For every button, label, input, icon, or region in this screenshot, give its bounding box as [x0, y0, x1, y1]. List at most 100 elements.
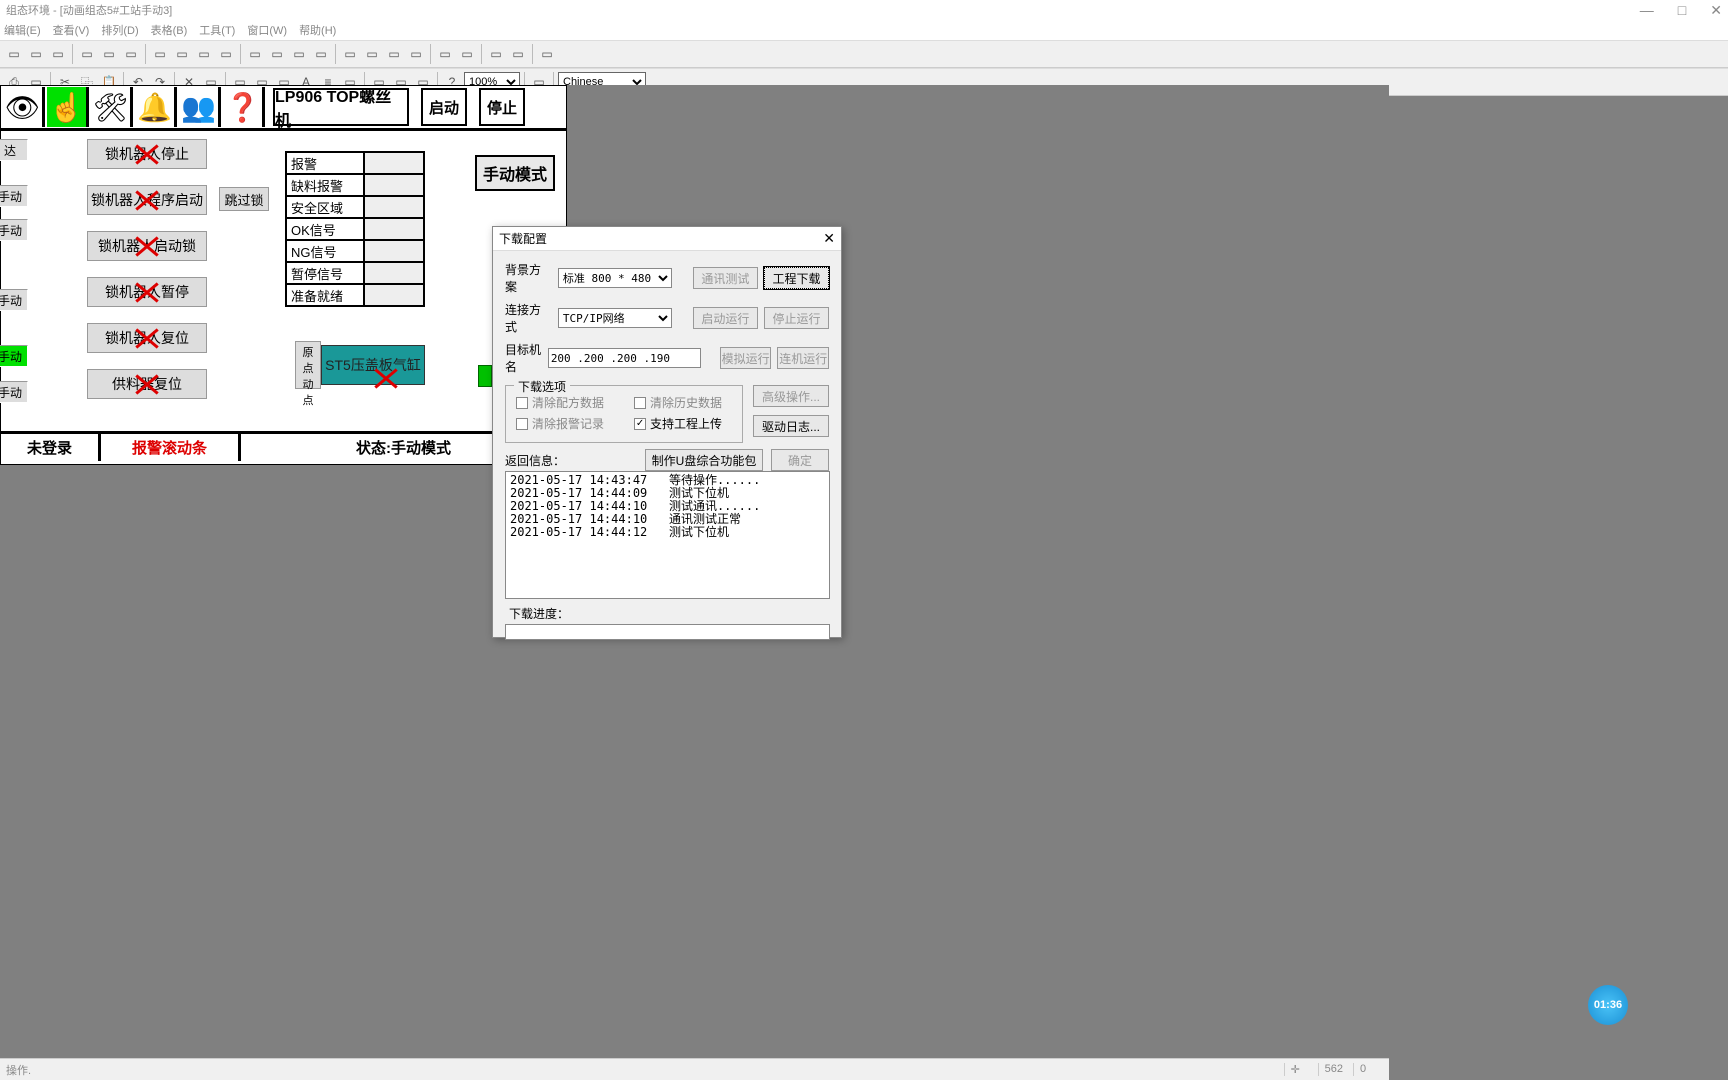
dialog-titlebar[interactable]: 下载配置 ✕: [493, 227, 841, 251]
hmi-panel: 👁 ☝ 🛠 🔔 👥 ❓ LP906 TOP螺丝机 启动 停止 达 手动 手动 手…: [0, 85, 567, 465]
bell-icon[interactable]: 🔔: [135, 87, 177, 127]
project-download-button[interactable]: 工程下载: [764, 267, 829, 289]
app-statusbar: 操作. ✛ 562 0: [0, 1058, 1389, 1080]
menu-view[interactable]: 查看(V): [53, 22, 90, 38]
stop-run-button[interactable]: 停止运行: [764, 307, 829, 329]
tb-icon[interactable]: ▭: [150, 44, 170, 64]
hmi-body: 达 手动 手动 手动 手动 手动 锁机器人停止 锁机器人程序启动 锁机器人启动锁…: [1, 131, 566, 461]
robot-reset-button[interactable]: 锁机器人复位: [87, 323, 207, 353]
sig-value: [364, 284, 424, 306]
tb-icon[interactable]: ▭: [362, 44, 382, 64]
sig-label: 缺料报警: [286, 174, 364, 196]
sig-label: 安全区域: [286, 196, 364, 218]
alarm-ticker: 报警滚动条: [101, 434, 241, 461]
menu-help[interactable]: 帮助(H): [299, 22, 336, 38]
tb-icon[interactable]: ▭: [311, 44, 331, 64]
ok-button[interactable]: 确定: [771, 449, 829, 471]
tb-icon[interactable]: ▭: [486, 44, 506, 64]
robot-start-lock-button[interactable]: 锁机器人启动锁: [87, 231, 207, 261]
coord-y: 0: [1353, 1063, 1383, 1076]
tb-icon[interactable]: ▭: [406, 44, 426, 64]
minimize-icon[interactable]: —: [1640, 2, 1654, 19]
users-icon[interactable]: 👥: [179, 87, 221, 127]
tb-icon[interactable]: ▭: [216, 44, 236, 64]
tb-icon[interactable]: ▭: [508, 44, 528, 64]
make-usb-button[interactable]: 制作U盘综合功能包: [645, 449, 763, 471]
comm-test-button[interactable]: 通讯测试: [693, 267, 758, 289]
sig-value: [364, 196, 424, 218]
question-icon[interactable]: ❓: [223, 87, 265, 127]
chk-support-upload[interactable]: ✓支持工程上传: [634, 415, 722, 432]
tb-icon[interactable]: ▭: [340, 44, 360, 64]
bg-scheme-combo[interactable]: 标准 800 * 480: [558, 268, 672, 288]
sim-run-button[interactable]: 模拟运行: [720, 347, 772, 369]
disabled-x-icon: [134, 371, 160, 397]
app-titlebar: 组态环境 - [动画组态5#工站手动3] — □ ✕: [0, 0, 1728, 20]
tb-icon[interactable]: ▭: [4, 44, 24, 64]
side-btn[interactable]: 手动: [0, 345, 28, 367]
tb-icon[interactable]: ▭: [384, 44, 404, 64]
conn-run-button[interactable]: 连机运行: [777, 347, 829, 369]
side-btn[interactable]: 手动: [0, 289, 28, 311]
app-title: 组态环境 - [动画组态5#工站手动3]: [6, 2, 172, 18]
disabled-x-icon: [134, 325, 160, 351]
tb-icon[interactable]: ▭: [289, 44, 309, 64]
menu-table[interactable]: 表格(B): [151, 22, 188, 38]
close-icon[interactable]: ✕: [823, 230, 835, 247]
auto-run-button[interactable]: 启动运行: [693, 307, 758, 329]
side-btn[interactable]: 手动: [0, 381, 28, 403]
skip-lock-button[interactable]: 跳过锁: [219, 187, 269, 211]
green-indicator: [478, 365, 492, 387]
chk-clear-recipe[interactable]: 清除配方数据: [516, 394, 604, 411]
hmi-statusbar: 未登录 报警滚动条 状态:手动模式: [1, 431, 566, 461]
sig-label: 暂停信号: [286, 262, 364, 284]
advanced-button[interactable]: 高级操作...: [753, 385, 829, 407]
side-btn[interactable]: 手动: [0, 185, 28, 207]
tb-icon[interactable]: ▭: [99, 44, 119, 64]
origin-button[interactable]: 原点动点: [295, 341, 321, 389]
menu-edit[interactable]: 编辑(E): [4, 22, 41, 38]
feeder-reset-button[interactable]: 供料器复位: [87, 369, 207, 399]
menu-window[interactable]: 窗口(W): [247, 22, 287, 38]
disabled-x-icon: [134, 187, 160, 213]
side-btn[interactable]: 手动: [0, 219, 28, 241]
start-button[interactable]: 启动: [421, 88, 467, 126]
tb-icon[interactable]: ▭: [77, 44, 97, 64]
disabled-x-icon: [134, 279, 160, 305]
robot-stop-button[interactable]: 锁机器人停止: [87, 139, 207, 169]
driver-log-button[interactable]: 驱动日志...: [753, 415, 829, 437]
tb-icon[interactable]: ▭: [245, 44, 265, 64]
timer-badge: 01:36: [1588, 985, 1628, 1025]
menubar: 编辑(E) 查看(V) 排列(D) 表格(B) 工具(T) 窗口(W) 帮助(H…: [0, 20, 1728, 40]
log-textarea[interactable]: 2021-05-17 14:43:47 等待操作...... 2021-05-1…: [505, 471, 830, 599]
hand-icon[interactable]: ☝: [47, 87, 89, 127]
st5-cylinder-button[interactable]: ST5压盖板气缸: [321, 345, 425, 385]
maximize-icon[interactable]: □: [1678, 2, 1686, 19]
eye-icon[interactable]: 👁: [3, 87, 45, 127]
status-text: 操作.: [6, 1062, 31, 1078]
return-info-label: 返回信息：: [505, 452, 565, 469]
conn-combo[interactable]: TCP/IP网络: [558, 308, 672, 328]
tb-icon[interactable]: ▭: [194, 44, 214, 64]
tb-icon[interactable]: ▭: [121, 44, 141, 64]
tb-icon[interactable]: ▭: [26, 44, 46, 64]
sig-value: [364, 174, 424, 196]
tb-icon[interactable]: ▭: [457, 44, 477, 64]
tb-icon[interactable]: ▭: [48, 44, 68, 64]
wrench-icon[interactable]: 🛠: [91, 87, 133, 127]
menu-arrange[interactable]: 排列(D): [101, 22, 138, 38]
tb-icon[interactable]: ▭: [172, 44, 192, 64]
target-input[interactable]: [548, 348, 701, 368]
stop-button[interactable]: 停止: [479, 88, 525, 126]
chk-clear-alarm[interactable]: 清除报警记录: [516, 415, 604, 432]
close-icon[interactable]: ✕: [1710, 2, 1722, 19]
tb-icon[interactable]: ▭: [537, 44, 557, 64]
mode-indicator: 手动模式: [475, 155, 555, 191]
menu-tools[interactable]: 工具(T): [199, 22, 235, 38]
side-btn[interactable]: 达: [0, 139, 28, 161]
chk-clear-history[interactable]: 清除历史数据: [634, 394, 722, 411]
tb-icon[interactable]: ▭: [435, 44, 455, 64]
robot-prog-start-button[interactable]: 锁机器人程序启动: [87, 185, 207, 215]
robot-pause-button[interactable]: 锁机器人暂停: [87, 277, 207, 307]
tb-icon[interactable]: ▭: [267, 44, 287, 64]
